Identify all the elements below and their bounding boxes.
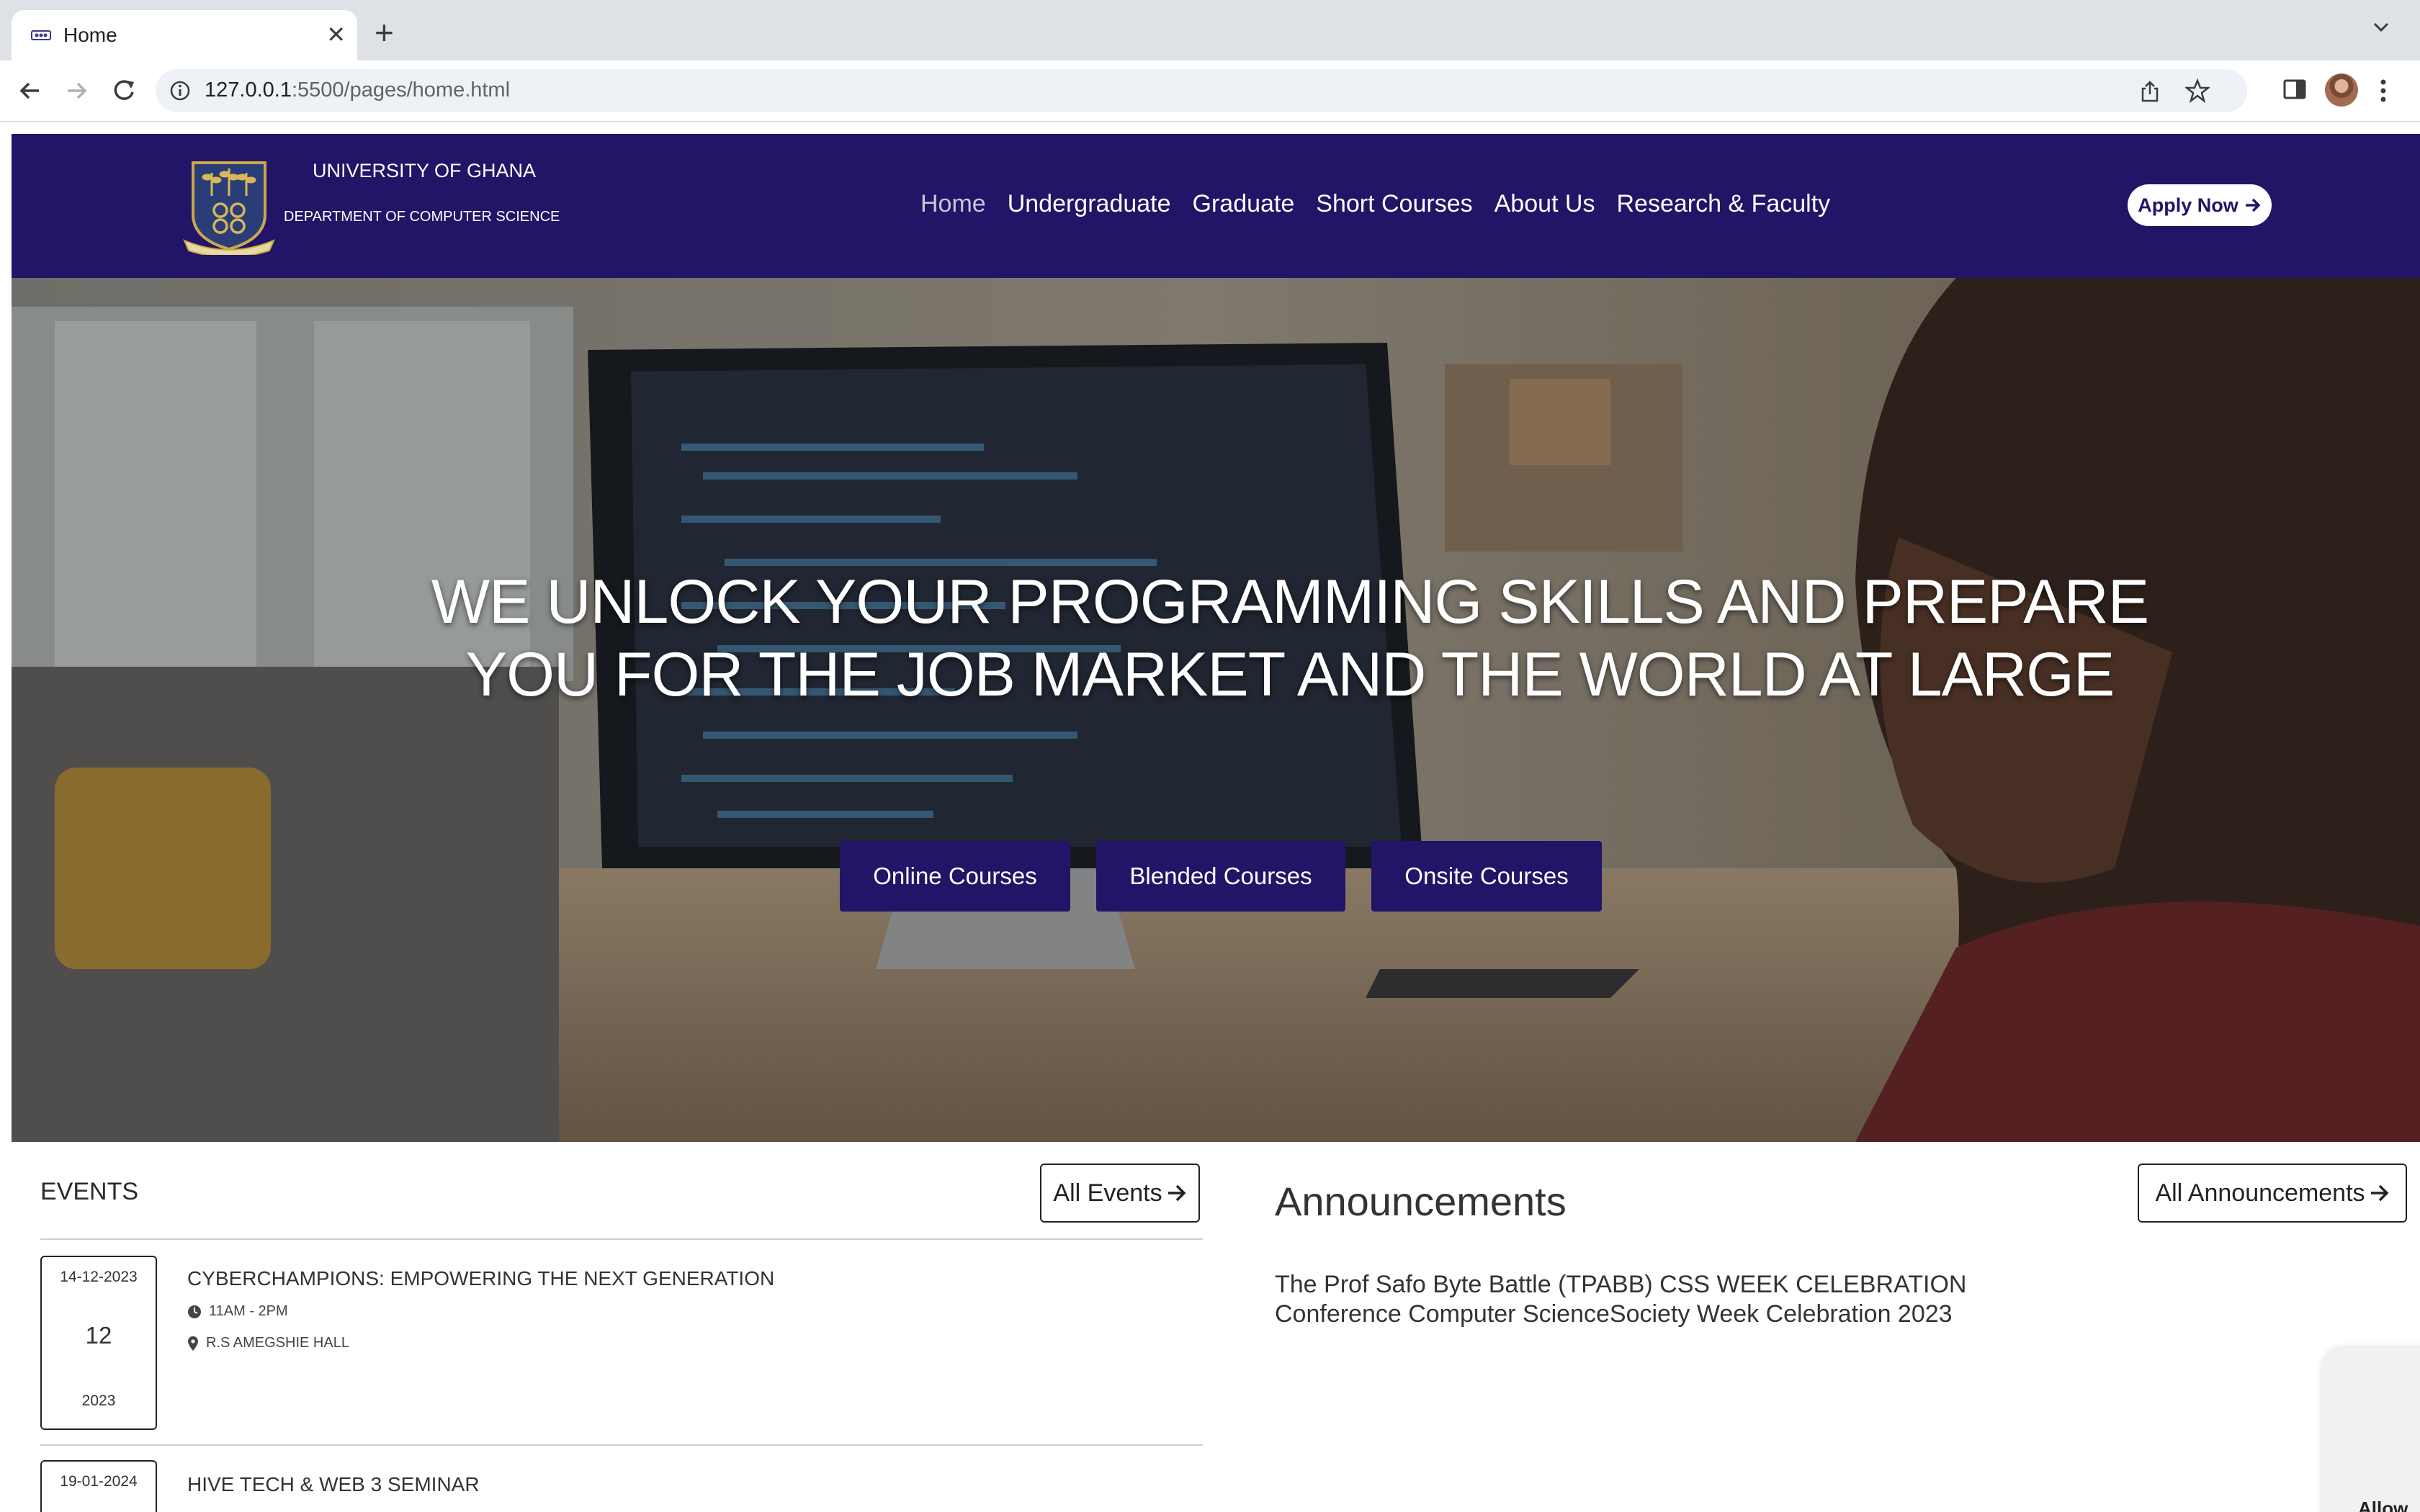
arrow-right-icon xyxy=(2370,1184,2389,1202)
nav-link-graduate[interactable]: Graduate xyxy=(1193,190,1295,218)
all-announcements-button[interactable]: All Announcements xyxy=(2138,1164,2407,1223)
apply-now-label: Apply Now xyxy=(2138,194,2238,216)
address-bar[interactable]: 127.0.0.1:5500/pages/home.html xyxy=(156,69,2247,112)
onsite-courses-button[interactable]: Onsite Courses xyxy=(1371,841,1602,912)
floating-widget[interactable] xyxy=(2322,1348,2420,1512)
all-events-label: All Events xyxy=(1053,1179,1162,1207)
clock-icon xyxy=(188,1305,201,1318)
share-icon[interactable] xyxy=(2139,80,2161,103)
browser-tab[interactable]: Home ✕ xyxy=(12,10,357,60)
event-year: 2023 xyxy=(81,1392,116,1409)
arrow-right-icon xyxy=(1168,1184,1186,1202)
announcements-heading: Announcements xyxy=(1275,1179,1567,1224)
department-name: DEPARTMENT OF COMPUTER SCIENCE xyxy=(284,209,560,225)
tab-title: Home xyxy=(63,24,117,46)
all-announcements-label: All Announcements xyxy=(2155,1179,2365,1207)
bookmark-star-icon[interactable] xyxy=(2185,78,2210,103)
divider xyxy=(40,1444,1203,1446)
main-nav: Home Undergraduate Graduate Short Course… xyxy=(920,190,1830,218)
browser-menu-icon[interactable] xyxy=(2378,76,2388,105)
event-day: 12 xyxy=(85,1322,112,1349)
event-title[interactable]: HIVE TECH & WEB 3 SEMINAR xyxy=(187,1473,480,1496)
web-page: UNIVERSITY OF GHANA DEPARTMENT OF COMPUT… xyxy=(12,134,2420,1512)
forward-arrow-icon[interactable] xyxy=(60,75,92,107)
profile-avatar[interactable] xyxy=(2325,73,2358,107)
reload-icon[interactable] xyxy=(108,75,140,107)
hero-headline: WE UNLOCK YOUR PROGRAMMING SKILLS AND PR… xyxy=(431,567,2149,709)
event-date-box: 19-01-2024 xyxy=(40,1460,157,1512)
online-courses-button[interactable]: Online Courses xyxy=(840,841,1070,912)
browser-toolbar: 127.0.0.1:5500/pages/home.html xyxy=(0,60,2420,122)
favicon-icon xyxy=(31,30,51,40)
nav-link-research-faculty[interactable]: Research & Faculty xyxy=(1616,190,1830,218)
announcement-text[interactable]: The Prof Safo Byte Battle (TPABB) CSS WE… xyxy=(1275,1270,2067,1329)
event-date: 19-01-2024 xyxy=(60,1473,138,1490)
side-panel-icon[interactable] xyxy=(2282,76,2308,102)
browser-tab-bar: Home ✕ + xyxy=(0,0,2420,60)
divider xyxy=(40,1238,1203,1240)
nav-link-short-courses[interactable]: Short Courses xyxy=(1316,190,1472,218)
apply-now-button[interactable]: Apply Now xyxy=(2128,184,2272,226)
blended-courses-button[interactable]: Blended Courses xyxy=(1096,841,1345,912)
event-location: R.S AMEGSHIE HALL xyxy=(187,1335,349,1351)
site-info-icon[interactable] xyxy=(169,79,192,102)
event-time: 11AM - 2PM xyxy=(187,1303,288,1320)
url-text: 127.0.0.1:5500/pages/home.html xyxy=(205,78,511,102)
location-pin-icon xyxy=(188,1336,198,1351)
event-location-text: R.S AMEGSHIE HALL xyxy=(206,1335,349,1351)
widget-label: Allow xyxy=(2358,1498,2408,1512)
back-arrow-icon[interactable] xyxy=(14,75,46,107)
nav-link-about-us[interactable]: About Us xyxy=(1494,190,1595,218)
event-date: 14-12-2023 xyxy=(60,1269,138,1285)
event-time-text: 11AM - 2PM xyxy=(209,1303,288,1319)
all-events-button[interactable]: All Events xyxy=(1040,1164,1200,1223)
tab-close-icon[interactable]: ✕ xyxy=(326,20,346,49)
arrow-right-icon xyxy=(2245,198,2261,212)
university-crest-logo[interactable] xyxy=(183,158,275,255)
university-name: UNIVERSITY OF GHANA xyxy=(313,160,537,181)
events-heading: EVENTS xyxy=(40,1178,139,1205)
nav-link-undergraduate[interactable]: Undergraduate xyxy=(1008,190,1171,218)
site-header: UNIVERSITY OF GHANA DEPARTMENT OF COMPUT… xyxy=(12,134,2420,278)
nav-link-home[interactable]: Home xyxy=(920,190,986,218)
hero-banner: WE UNLOCK YOUR PROGRAMMING SKILLS AND PR… xyxy=(12,278,2420,1142)
tab-search-chevron-icon[interactable] xyxy=(2372,22,2390,33)
new-tab-icon[interactable]: + xyxy=(375,16,394,49)
event-title[interactable]: CYBERCHAMPIONS: EMPOWERING THE NEXT GENE… xyxy=(187,1267,774,1290)
event-date-box: 14-12-2023 12 2023 xyxy=(40,1256,157,1430)
